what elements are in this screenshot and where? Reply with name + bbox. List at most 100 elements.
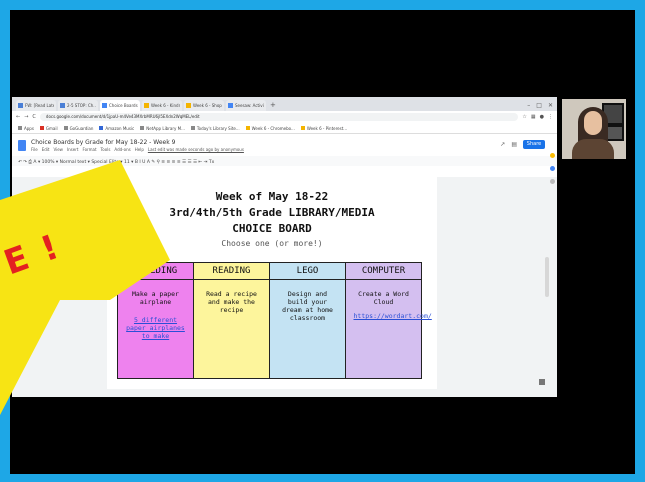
- back-button[interactable]: ←: [16, 114, 20, 120]
- table-row: Make a paper airplane 5 different paper …: [117, 279, 432, 379]
- menu-icon[interactable]: ⋮: [548, 114, 553, 120]
- bookmark-apps[interactable]: Apps: [18, 126, 34, 131]
- tab-label: FW: [Read Later] Fw...: [25, 103, 54, 108]
- cell-text: Create a Word Cloud: [358, 290, 409, 306]
- folder-icon: [144, 103, 149, 108]
- choice-board-table: BUILDING READING LEGO COMPUTER Make a pa…: [117, 262, 432, 379]
- comment-icon[interactable]: ▤: [511, 141, 517, 148]
- tab-choice-boards[interactable]: Choice Boards by Gra...: [100, 100, 140, 111]
- bookmark-week6-chromebook[interactable]: Week 6 - Chromebo...: [245, 125, 295, 131]
- maximize-icon[interactable]: □: [536, 100, 542, 111]
- bookmark-label: Amazon Music: [105, 125, 135, 131]
- docs-icon: [102, 103, 107, 108]
- docs-menubar: File Edit View Insert Format Tools Add-o…: [31, 147, 244, 152]
- window-controls: – □ ✕: [527, 100, 557, 111]
- menu-help[interactable]: Help: [135, 147, 144, 152]
- bookmark-label: NetApp Library M...: [146, 125, 185, 131]
- presenter-body: [572, 139, 614, 159]
- wordart-link[interactable]: https://wordart.com/: [354, 312, 432, 320]
- tab-label: Week 6 - Shop the Li...: [193, 103, 222, 108]
- menu-file[interactable]: File: [31, 147, 38, 152]
- document-canvas: Week of May 18-22 3rd/4th/5th Grade LIBR…: [12, 177, 557, 397]
- extensions-icon[interactable]: ▦: [531, 114, 536, 120]
- menu-format[interactable]: Format: [82, 147, 96, 152]
- folder-icon: [186, 103, 191, 108]
- header-reading: READING: [193, 262, 270, 280]
- docs-header: Choice Boards by Grade for May 18-22 - W…: [12, 134, 557, 156]
- minimize-icon[interactable]: –: [527, 100, 530, 111]
- bookmarks-bar: Apps Gmail GoGuardian Amazon Music NetAp…: [12, 123, 557, 134]
- bookmark-label: GoGuardian: [69, 125, 94, 131]
- cell-text: Design and build your dream at home clas…: [282, 290, 333, 322]
- bookmark-library-site[interactable]: Today's Library Site...: [190, 125, 240, 131]
- new-tab-button[interactable]: +: [270, 100, 276, 111]
- forward-button[interactable]: →: [24, 114, 28, 120]
- bookmark-label: Apps: [24, 125, 34, 131]
- gmail-icon: [39, 126, 44, 130]
- bookmark-gmail[interactable]: Gmail: [39, 126, 58, 131]
- airplanes-link[interactable]: 5 different paper airplanes to make: [126, 316, 186, 340]
- tab-week6-kindness[interactable]: Week 6 - Kindness Cl...: [142, 100, 182, 111]
- side-panel: [547, 147, 557, 273]
- activity-icon[interactable]: ↗: [500, 141, 505, 148]
- document-page[interactable]: Week of May 18-22 3rd/4th/5th Grade LIBR…: [107, 177, 437, 389]
- cell-reading: Read a recipe and make the recipe: [193, 279, 270, 379]
- goguardian-icon: [63, 126, 68, 130]
- table-header-row: BUILDING READING LEGO COMPUTER: [117, 262, 422, 280]
- menu-edit[interactable]: Edit: [42, 147, 50, 152]
- header-computer: COMPUTER: [345, 262, 422, 280]
- doc-icon: [60, 103, 65, 108]
- subtitle: Choose one (or more!): [221, 239, 323, 248]
- share-button[interactable]: Share: [523, 140, 545, 149]
- bookmark-label: Week 6 - Pinterest...: [306, 125, 348, 131]
- music-icon: [99, 126, 104, 130]
- menu-view[interactable]: View: [53, 147, 63, 152]
- tab-stop[interactable]: 2-5 STOP: Ch...: [58, 100, 98, 111]
- presenter-face: [584, 111, 602, 135]
- tab-label: 2-5 STOP: Ch...: [67, 103, 96, 108]
- cell-text: Make a paper airplane: [132, 290, 179, 306]
- bookmark-netapp[interactable]: NetApp Library M...: [140, 126, 185, 131]
- folder-icon: [300, 126, 305, 130]
- bookmark-week6-pinterest[interactable]: Week 6 - Pinterest...: [300, 125, 348, 131]
- cell-lego: Design and build your dream at home clas…: [269, 279, 346, 379]
- star-icon[interactable]: ☆: [522, 114, 526, 120]
- tab-week6-shop[interactable]: Week 6 - Shop the Li...: [184, 100, 224, 111]
- docs-icon: [228, 103, 233, 108]
- explore-icon[interactable]: [539, 379, 545, 385]
- add-on-icon[interactable]: [549, 179, 555, 184]
- tab-label: Seesaw: Activity Libr...: [235, 103, 264, 108]
- mail-icon: [18, 103, 23, 108]
- tab-label: Week 6 - Kindness Cl...: [151, 103, 180, 108]
- bookmark-label: Week 6 - Chromebo...: [251, 125, 295, 131]
- chrome-browser-window: FW: [Read Later] Fw... 2-5 STOP: Ch... C…: [12, 97, 557, 397]
- heading-week: Week of May 18-22: [215, 190, 329, 203]
- menu-addons[interactable]: Add-ons: [114, 147, 130, 152]
- url-field[interactable]: docs.google.com/document/d/1jpaU-m4Ve43M…: [39, 113, 519, 121]
- address-bar-row: ← → C docs.google.com/document/d/1jpaU-m…: [12, 111, 557, 123]
- tab-seesaw[interactable]: Seesaw: Activity Libr...: [226, 100, 266, 111]
- bookmark-amazon-music[interactable]: Amazon Music: [99, 126, 134, 131]
- tasks-icon[interactable]: [549, 166, 555, 171]
- google-docs-icon[interactable]: [18, 139, 26, 151]
- bookmark-label: Today's Library Site...: [196, 125, 240, 131]
- tab-email[interactable]: FW: [Read Later] Fw...: [16, 100, 56, 111]
- last-edit-link[interactable]: Last edit was made seconds ago by anonym…: [148, 147, 244, 152]
- cell-building: Make a paper airplane 5 different paper …: [117, 279, 194, 379]
- cell-text: Read a recipe and make the recipe: [206, 290, 257, 314]
- reload-button[interactable]: C: [32, 114, 36, 120]
- heading-choice-board: CHOICE BOARD: [232, 222, 312, 235]
- doc-meta: Choice Boards by Grade for May 18-22 - W…: [31, 139, 244, 152]
- tab-label: Choice Boards by Gra...: [109, 103, 138, 108]
- menu-insert[interactable]: Insert: [67, 147, 78, 152]
- menu-tools[interactable]: Tools: [101, 147, 111, 152]
- bookmark-goguardian[interactable]: GoGuardian: [63, 125, 94, 131]
- keep-icon[interactable]: [549, 153, 555, 158]
- link-icon: [140, 126, 145, 130]
- header-icons: ↗ ▤: [500, 141, 517, 148]
- video-frame: FW: [Read Later] Fw... 2-5 STOP: Ch... C…: [10, 10, 635, 474]
- profile-icon[interactable]: ●: [540, 114, 544, 120]
- header-lego: LEGO: [269, 262, 346, 280]
- document-title[interactable]: Choice Boards by Grade for May 18-22 - W…: [31, 139, 244, 146]
- close-icon[interactable]: ✕: [548, 100, 553, 111]
